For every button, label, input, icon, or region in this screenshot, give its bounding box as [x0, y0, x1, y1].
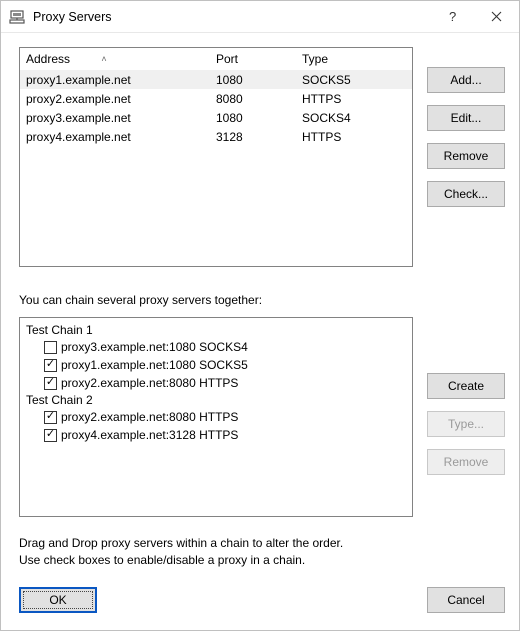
chain-item[interactable]: proxy3.example.net:1080 SOCKS4: [26, 338, 406, 356]
chain-item-label: proxy1.example.net:1080 SOCKS5: [61, 358, 248, 372]
hint-text: Drag and Drop proxy servers within a cha…: [19, 535, 505, 569]
table-buttons: Add... Edit... Remove Check...: [427, 47, 505, 267]
app-icon: [9, 9, 25, 25]
cell-address: proxy2.example.net: [20, 92, 210, 106]
chain-section-label: You can chain several proxy servers toge…: [19, 293, 505, 307]
table-row[interactable]: proxy1.example.net1080SOCKS5: [20, 70, 412, 89]
hint-line-2: Use check boxes to enable/disable a prox…: [19, 552, 505, 569]
chain-buttons: Create Type... Remove: [427, 317, 505, 517]
cancel-button[interactable]: Cancel: [427, 587, 505, 613]
chain-item-checkbox[interactable]: [44, 359, 57, 372]
cell-type: HTTPS: [296, 130, 412, 144]
remove-button[interactable]: Remove: [427, 143, 505, 169]
table-row[interactable]: proxy2.example.net8080HTTPS: [20, 89, 412, 108]
cell-type: HTTPS: [296, 92, 412, 106]
sort-indicator-icon: ˄: [101, 54, 106, 64]
hint-line-1: Drag and Drop proxy servers within a cha…: [19, 535, 505, 552]
table-header[interactable]: Address ˄ Port Type: [20, 48, 412, 70]
chain-item[interactable]: proxy2.example.net:8080 HTTPS: [26, 374, 406, 392]
chain-item[interactable]: proxy1.example.net:1080 SOCKS5: [26, 356, 406, 374]
help-button[interactable]: ?: [429, 1, 474, 32]
chain-item-label: proxy2.example.net:8080 HTTPS: [61, 376, 238, 390]
chain-item-label: proxy3.example.net:1080 SOCKS4: [61, 340, 248, 354]
cell-port: 1080: [210, 111, 296, 125]
cell-type: SOCKS5: [296, 73, 412, 87]
chain-item-checkbox[interactable]: [44, 341, 57, 354]
titlebar: Proxy Servers ?: [1, 1, 519, 33]
cell-port: 8080: [210, 92, 296, 106]
chain-group-label[interactable]: Test Chain 1: [26, 322, 406, 338]
column-address[interactable]: Address ˄: [20, 49, 210, 69]
table-row[interactable]: proxy3.example.net1080SOCKS4: [20, 108, 412, 127]
create-chain-button[interactable]: Create: [427, 373, 505, 399]
remove-chain-button: Remove: [427, 449, 505, 475]
dialog-footer: OK Cancel: [19, 587, 505, 613]
proxy-table[interactable]: Address ˄ Port Type proxy1.example.net10…: [19, 47, 413, 267]
chain-type-button: Type...: [427, 411, 505, 437]
svg-text:?: ?: [449, 10, 456, 24]
chain-item[interactable]: proxy2.example.net:8080 HTTPS: [26, 408, 406, 426]
window-title: Proxy Servers: [33, 10, 429, 24]
chain-item-checkbox[interactable]: [44, 411, 57, 424]
cell-address: proxy3.example.net: [20, 111, 210, 125]
column-address-label: Address: [26, 52, 70, 66]
cell-type: SOCKS4: [296, 111, 412, 125]
cell-address: proxy4.example.net: [20, 130, 210, 144]
cell-address: proxy1.example.net: [20, 73, 210, 87]
chain-item-label: proxy4.example.net:3128 HTTPS: [61, 428, 238, 442]
chain-item-checkbox[interactable]: [44, 429, 57, 442]
content-area: Address ˄ Port Type proxy1.example.net10…: [1, 33, 519, 630]
chain-item-label: proxy2.example.net:8080 HTTPS: [61, 410, 238, 424]
proxy-servers-dialog: Proxy Servers ? Address ˄ Port Type: [0, 0, 520, 631]
column-type[interactable]: Type: [296, 49, 412, 69]
check-button[interactable]: Check...: [427, 181, 505, 207]
chain-item-checkbox[interactable]: [44, 377, 57, 390]
close-button[interactable]: [474, 1, 519, 32]
edit-button[interactable]: Edit...: [427, 105, 505, 131]
cell-port: 3128: [210, 130, 296, 144]
column-port[interactable]: Port: [210, 49, 296, 69]
cell-port: 1080: [210, 73, 296, 87]
add-button[interactable]: Add...: [427, 67, 505, 93]
table-row[interactable]: proxy4.example.net3128HTTPS: [20, 127, 412, 146]
chain-list[interactable]: Test Chain 1 proxy3.example.net:1080 SOCK…: [19, 317, 413, 517]
ok-button[interactable]: OK: [19, 587, 97, 613]
chain-item[interactable]: proxy4.example.net:3128 HTTPS: [26, 426, 406, 444]
chain-group-label[interactable]: Test Chain 2: [26, 392, 406, 408]
